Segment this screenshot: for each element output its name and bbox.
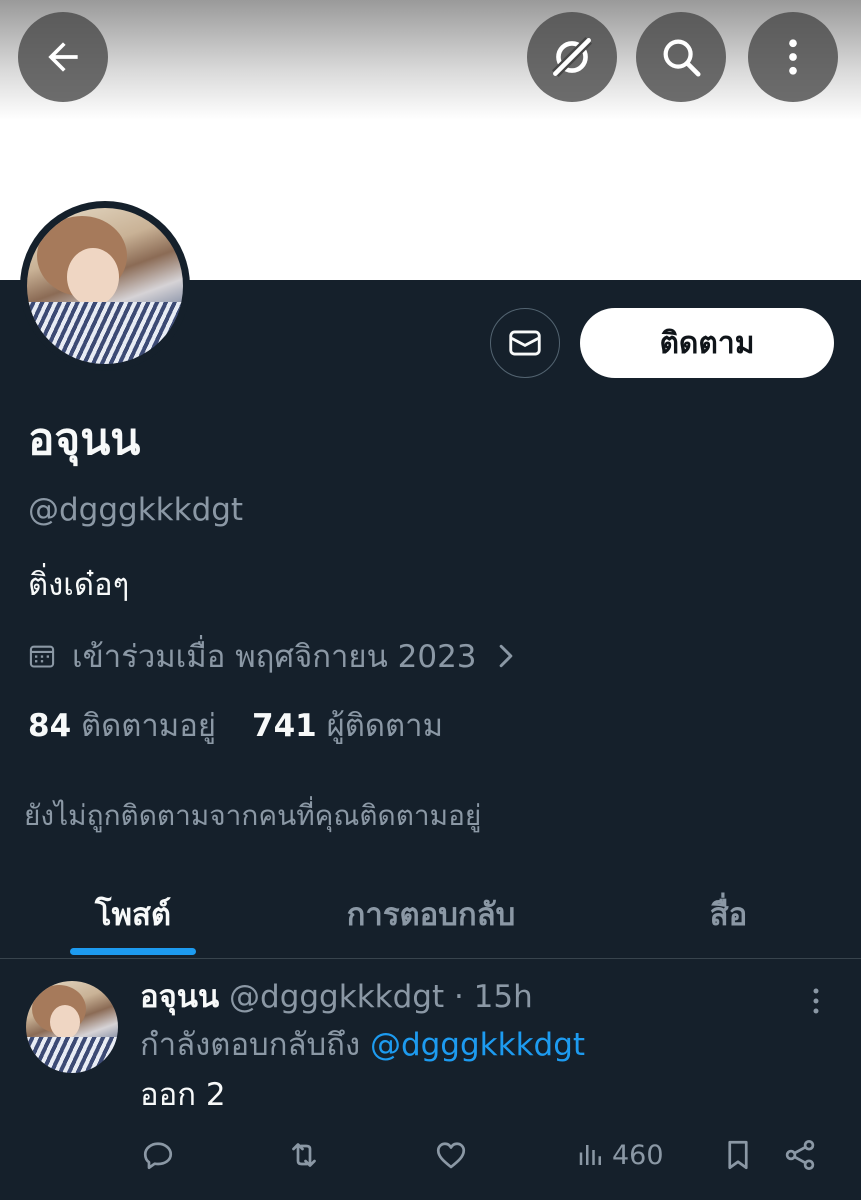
joined-date-text: เข้าร่วมเมื่อ พฤศจิกายน 2023 xyxy=(72,639,477,675)
post-more-button[interactable] xyxy=(804,983,828,1019)
post-avatar[interactable] xyxy=(26,981,118,1073)
heart-icon xyxy=(436,1142,466,1169)
followers-link[interactable]: 741 ผู้ติดตาม xyxy=(252,706,443,746)
back-button[interactable] xyxy=(18,12,108,102)
post-author-name[interactable]: อจุนน xyxy=(140,979,219,1015)
active-tab-indicator xyxy=(70,948,196,955)
search-icon xyxy=(663,39,701,77)
tab-media[interactable]: สื่อ xyxy=(596,870,861,958)
share-icon xyxy=(785,1140,815,1170)
mail-icon xyxy=(509,330,541,356)
message-button[interactable] xyxy=(490,308,560,378)
joined-date-row[interactable]: เข้าร่วมเมื่อ พฤศจิกายน 2023 xyxy=(28,636,517,676)
following-link[interactable]: 84 ติดตามอยู่ xyxy=(28,706,216,746)
bookmark-icon xyxy=(728,1140,748,1170)
user-handle: @dgggkkkdgt xyxy=(28,492,244,528)
profile-bio: ติ่งเด๋อๆ xyxy=(28,567,130,603)
follow-button[interactable]: ติดตาม xyxy=(580,308,834,378)
reply-button[interactable] xyxy=(140,1135,176,1175)
profile-tabs: โพสต์ การตอบกลับ สื่อ xyxy=(0,870,861,959)
not-followed-notice: ยังไม่ถูกติดตามจากคนที่คุณติดตามอยู่ xyxy=(24,799,482,832)
profile-avatar[interactable] xyxy=(20,201,190,371)
followers-count: 741 xyxy=(252,708,317,744)
repost-icon xyxy=(292,1143,316,1167)
post-meta: @dgggkkkdgt · 15h xyxy=(219,979,533,1015)
grok-icon xyxy=(552,37,592,77)
tab-posts[interactable]: โพสต์ xyxy=(0,870,266,958)
reply-context: กำลังตอบกลับถึง @dgggkkkdgt xyxy=(140,1025,585,1065)
post-item[interactable]: อจุนน @dgggkkkdgt · 15h กำลังตอบกลับถึง … xyxy=(0,959,861,1200)
reply-icon xyxy=(143,1142,173,1170)
more-vertical-icon xyxy=(813,988,819,1014)
like-button[interactable] xyxy=(433,1135,469,1175)
bookmark-button[interactable] xyxy=(720,1135,756,1175)
arrow-left-icon xyxy=(48,42,78,72)
reply-mention-link[interactable]: @dgggkkkdgt xyxy=(370,1027,585,1063)
post-actions: 460 xyxy=(0,1135,861,1175)
share-button[interactable] xyxy=(782,1135,818,1175)
grok-button[interactable] xyxy=(527,12,617,102)
more-options-button[interactable] xyxy=(748,12,838,102)
following-count: 84 xyxy=(28,708,72,744)
views-count: 460 xyxy=(612,1139,664,1171)
follow-stats: 84 ติดตามอยู่ 741 ผู้ติดตาม xyxy=(28,706,443,746)
search-button[interactable] xyxy=(636,12,726,102)
views-button[interactable]: 460 xyxy=(576,1135,664,1175)
views-chart-icon xyxy=(579,1145,601,1165)
followers-label: ผู้ติดตาม xyxy=(326,708,444,744)
following-label: ติดตามอยู่ xyxy=(81,708,217,744)
avatar-image xyxy=(27,208,183,364)
post-header: อจุนน @dgggkkkdgt · 15h xyxy=(140,977,533,1017)
chevron-right-icon xyxy=(499,644,512,668)
repost-button[interactable] xyxy=(286,1135,322,1175)
more-vertical-icon xyxy=(789,39,797,75)
calendar-icon xyxy=(29,645,55,668)
tab-replies[interactable]: การตอบกลับ xyxy=(266,870,596,958)
post-text: ออก 2 xyxy=(140,1077,226,1113)
display-name: อจุนน xyxy=(28,414,141,465)
reply-prefix: กำลังตอบกลับถึง xyxy=(140,1027,370,1063)
avatar-image xyxy=(26,981,118,1073)
